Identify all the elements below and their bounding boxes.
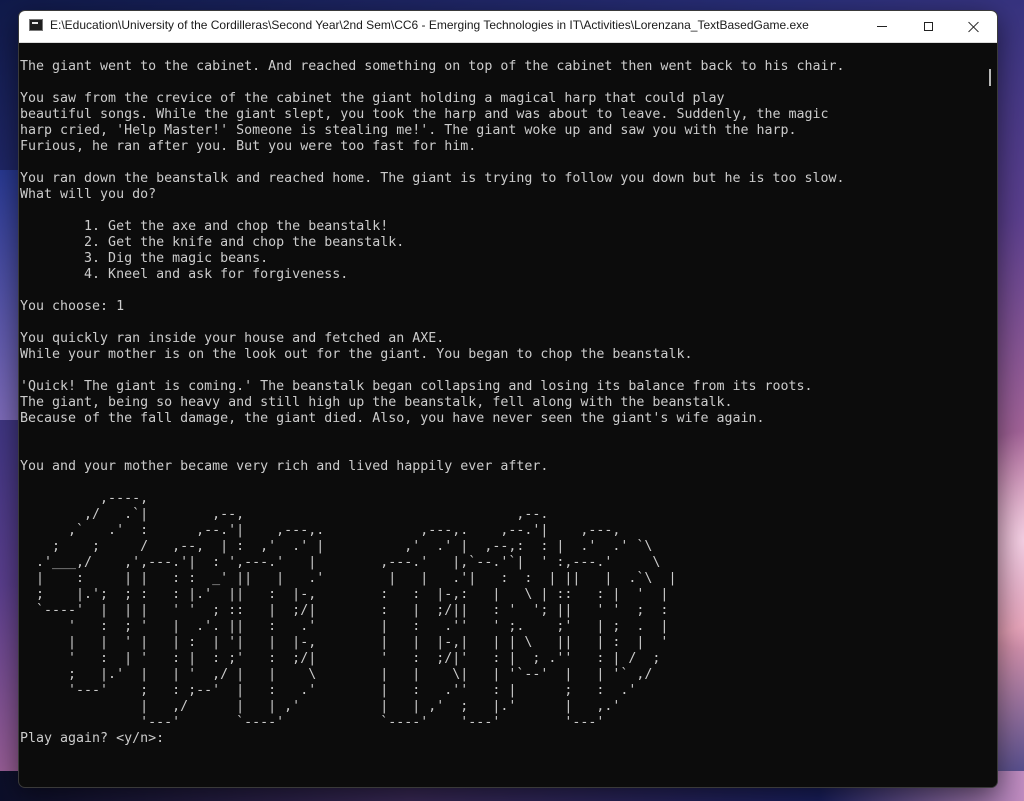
minimize-icon: [877, 26, 887, 27]
close-icon: [968, 21, 980, 33]
title-bar[interactable]: E:\Education\University of the Cordiller…: [19, 11, 997, 43]
play-again-prompt[interactable]: Play again? <y/n>:: [20, 731, 983, 747]
story-text: The giant went to the cabinet. And reach…: [20, 59, 845, 474]
maximize-icon: [923, 22, 933, 31]
console-output[interactable]: The giant went to the cabinet. And reach…: [19, 43, 983, 787]
console-window: E:\Education\University of the Cordiller…: [18, 10, 998, 788]
the-end-ascii-art: ,----, ,/ .`| ,--, ,--. ,` .' : ,--.'| ,…: [36, 491, 677, 730]
close-button[interactable]: [951, 11, 997, 42]
maximize-button[interactable]: [905, 11, 951, 42]
window-title: E:\Education\University of the Cordiller…: [50, 18, 809, 32]
vertical-scrollbar[interactable]: [983, 43, 997, 787]
console-app-icon[interactable]: [29, 19, 43, 31]
scrollbar-thumb[interactable]: [989, 69, 991, 86]
minimize-button[interactable]: [859, 11, 905, 42]
